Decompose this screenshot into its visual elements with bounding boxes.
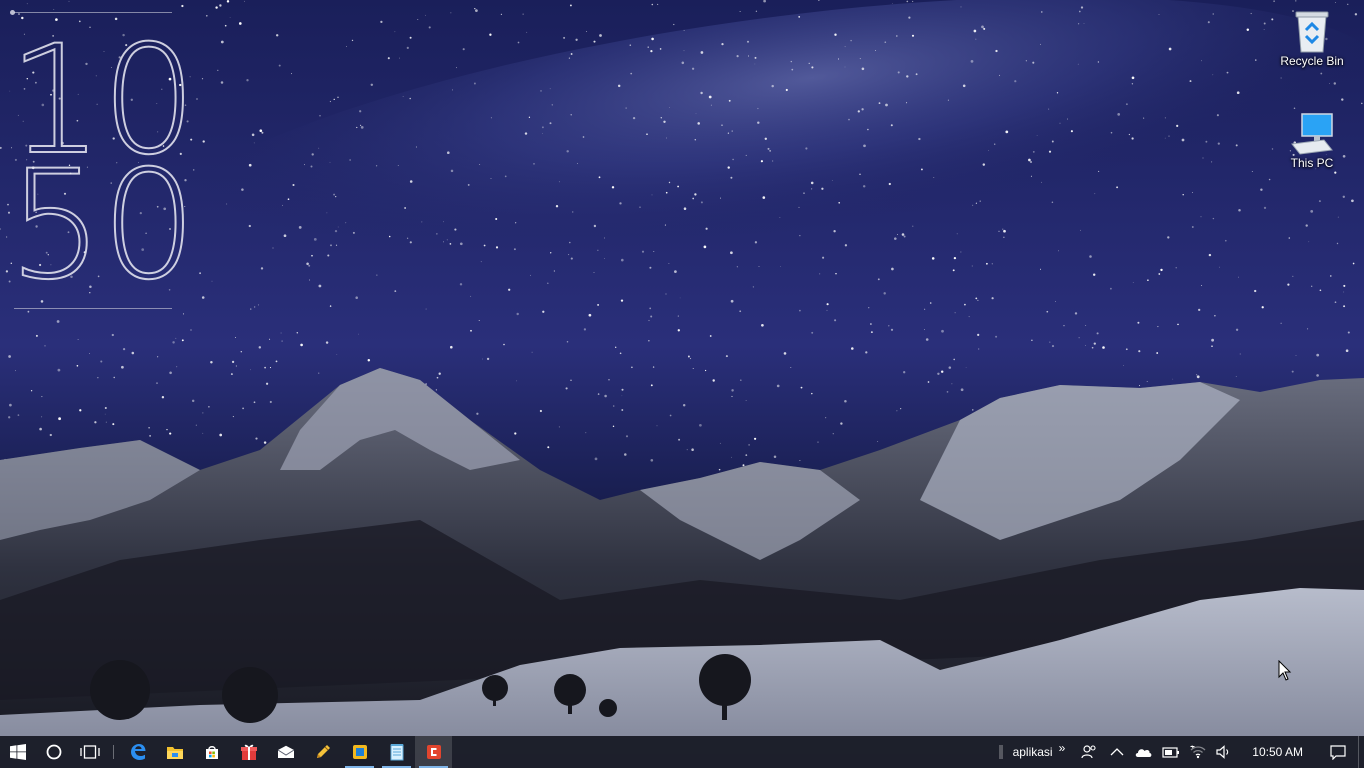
notepad-icon [390, 744, 403, 761]
this-pc-icon [1288, 110, 1336, 155]
desktop-icon-this-pc[interactable]: This PC [1272, 110, 1352, 170]
show-hidden-chevron-icon [1110, 748, 1124, 756]
taskbar-app-pencil[interactable] [304, 736, 341, 768]
wifi-icon [1190, 745, 1206, 759]
start-button[interactable] [0, 736, 36, 768]
show-desktop-button[interactable] [1358, 736, 1364, 768]
desktop-icon-recycle-bin[interactable]: Recycle Bin [1272, 8, 1352, 68]
taskbar-app-edge[interactable] [119, 736, 156, 768]
pencil-icon [316, 745, 330, 758]
clock-widget-bottom-rule [14, 308, 172, 309]
store-bag-icon [205, 746, 218, 759]
desktop-wallpaper [0, 0, 1364, 768]
desktop-icon-label: Recycle Bin [1280, 54, 1344, 68]
wifi-button[interactable] [1185, 736, 1211, 768]
system-tray: aplikasi » 10:50 AM [995, 736, 1364, 768]
recycle-bin-icon [1288, 8, 1336, 53]
square-app-icon [352, 745, 367, 759]
red-square-icon [426, 745, 441, 759]
task-view-button[interactable] [72, 736, 108, 768]
taskbar-clock-time: 10:50 AM [1252, 745, 1303, 759]
taskbar-clock[interactable]: 10:50 AM [1237, 736, 1318, 768]
volume-button[interactable] [1211, 736, 1237, 768]
clock-widget-minutes: 50 [7, 139, 198, 313]
toolbar-expand-button[interactable]: » [1057, 732, 1074, 764]
taskbar-app-store[interactable] [193, 736, 230, 768]
windows-logo-icon [10, 744, 26, 760]
clock-widget: 10 50 [7, 8, 198, 318]
taskbar-separator [113, 745, 114, 759]
edge-icon [130, 744, 145, 760]
cortana-circle-icon [46, 744, 62, 760]
folder-icon [166, 747, 183, 759]
show-hidden-icons-button[interactable] [1105, 736, 1129, 768]
taskbar-app-gift[interactable] [230, 736, 267, 768]
people-icon [1081, 745, 1096, 759]
taskbar-app-notepad[interactable] [378, 736, 415, 768]
action-center-icon [1330, 745, 1346, 760]
clock-widget-top-rule [14, 12, 172, 13]
search-cortana-button[interactable] [36, 736, 72, 768]
task-view-icon [80, 745, 100, 759]
toolbar-aplikasi[interactable]: aplikasi [1007, 736, 1057, 768]
action-center-button[interactable] [1318, 736, 1358, 768]
mouse-cursor-icon [1278, 660, 1292, 681]
taskbar-app-yellow-square[interactable] [341, 736, 378, 768]
mail-icon [277, 745, 294, 758]
taskbar: aplikasi » 10:50 AM [0, 736, 1364, 768]
people-button[interactable] [1073, 736, 1105, 768]
toolbar-chevron-icon: » [1058, 741, 1066, 755]
toolbar-grip-icon [999, 745, 1003, 759]
onedrive-button[interactable] [1129, 736, 1157, 768]
onedrive-cloud-icon [1136, 749, 1152, 757]
toolbar-grip[interactable] [995, 736, 1007, 768]
gift-icon [240, 744, 257, 760]
battery-icon [1162, 747, 1180, 758]
volume-icon [1216, 745, 1229, 759]
taskbar-app-mail[interactable] [267, 736, 304, 768]
taskbar-app-red-square[interactable] [415, 736, 452, 768]
desktop-icon-label: This PC [1290, 156, 1334, 170]
taskbar-app-file-explorer[interactable] [156, 736, 193, 768]
battery-button[interactable] [1157, 736, 1185, 768]
toolbar-aplikasi-label: aplikasi [1012, 745, 1053, 759]
